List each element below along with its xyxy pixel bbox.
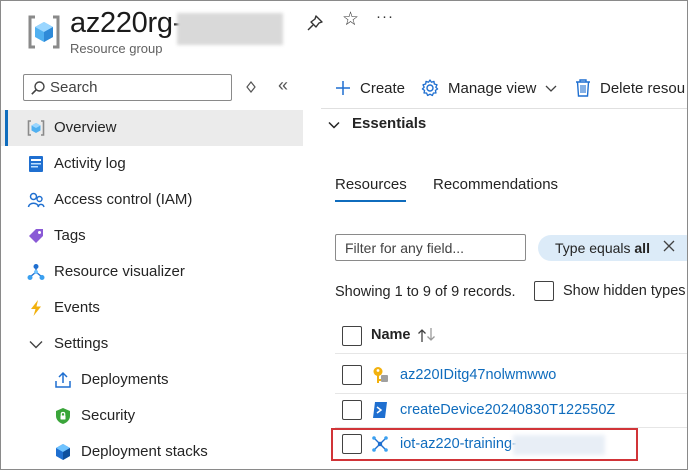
sidebar-item-label: Tags [54,227,86,244]
column-header-name[interactable]: Name [371,327,411,343]
row-checkbox[interactable] [342,400,362,420]
search-icon [31,81,45,95]
upload-icon [55,371,71,388]
sidebar-item-deployment-stacks[interactable]: Deployment stacks [1,434,303,469]
page-title: az220rg- [70,7,183,39]
activity-log-icon [29,156,43,172]
sidebar-item-label: Events [54,299,100,316]
sidebar-item-tags[interactable]: Tags [1,218,303,254]
pill-value: all [634,240,650,256]
filter-input[interactable] [345,239,515,257]
close-icon[interactable] [662,239,676,253]
records-count: Showing 1 to 9 of 9 records. [335,284,516,300]
stack-icon [56,444,70,460]
visualizer-icon [27,264,45,280]
chevron-down-icon[interactable] [327,118,341,132]
resource-link[interactable]: az220IDitg47nolwmwwo [400,367,556,383]
sidebar-search[interactable] [23,74,232,101]
toolbar-divider [321,108,687,109]
page-subtitle: Resource group [70,41,163,56]
plus-icon [336,81,350,95]
resource-link[interactable]: createDevice20240830T122550Z [400,402,615,418]
expand-collapse-icon[interactable] [246,81,256,93]
sidebar-item-deployments[interactable]: Deployments [1,362,303,398]
lightning-icon [31,300,41,316]
row-checkbox[interactable] [342,365,362,385]
resource-group-blade: az220rg- Resource group ☆ ··· « Overview [0,0,688,470]
sidebar-item-activity-log[interactable]: Activity log [1,146,303,182]
tab-selected-indicator [335,200,406,202]
create-button[interactable]: Create [334,77,405,99]
redacted-name [177,13,283,45]
sidebar-item-access-control[interactable]: Access control (IAM) [1,182,303,218]
sidebar-item-label: Overview [54,119,117,136]
star-icon[interactable]: ☆ [342,10,359,29]
chevron-down-icon [29,341,43,349]
delete-label: Delete resou [600,79,686,97]
sidebar-item-overview[interactable]: Overview [1,110,303,146]
script-icon [373,402,387,418]
gear-icon [421,79,439,97]
sort-arrows-icon[interactable] [417,327,439,343]
pill-prefix: Type equals [555,240,635,256]
more-icon[interactable]: ··· [376,8,394,25]
manage-view-button[interactable]: Manage view [420,77,558,99]
resource-group-icon [28,15,60,49]
sidebar-item-settings[interactable]: Settings [1,326,303,362]
sidebar-item-label: Settings [54,335,109,352]
sidebar-item-resource-visualizer[interactable]: Resource visualizer [1,254,303,290]
sidebar-item-events[interactable]: Events [1,290,303,326]
essentials-toggle[interactable]: Essentials [352,115,426,132]
row-divider [335,353,687,354]
tab-recommendations[interactable]: Recommendations [433,176,558,193]
sidebar-item-label: Deployments [81,371,169,388]
sidebar-item-label: Security [81,407,136,424]
manage-view-label: Manage view [448,79,537,97]
resource-group-icon [27,120,45,136]
show-hidden-checkbox[interactable] [534,281,554,301]
select-all-checkbox[interactable] [342,326,362,346]
chevron-down-icon [545,85,557,92]
shield-icon [56,408,70,424]
tab-resources[interactable]: Resources [335,176,407,193]
filter-box[interactable] [335,234,526,261]
trash-icon [576,79,590,97]
show-hidden-label: Show hidden types [563,283,686,299]
tag-icon [29,229,43,243]
sidebar-item-label: Resource visualizer [54,263,185,280]
key-icon [373,367,388,383]
sidebar-item-security[interactable]: Security [1,398,303,434]
sidebar-item-label: Deployment stacks [81,443,208,460]
delete-button[interactable]: Delete resou [574,77,685,99]
pin-icon[interactable] [306,14,324,32]
sidebar-item-label: Activity log [54,155,126,172]
row-divider [335,393,687,394]
people-icon [27,192,45,208]
search-input[interactable] [50,78,225,97]
collapse-sidebar-icon[interactable]: « [278,75,288,96]
highlight-box [331,428,638,461]
create-label: Create [360,79,406,97]
sidebar-item-label: Access control (IAM) [54,191,193,208]
